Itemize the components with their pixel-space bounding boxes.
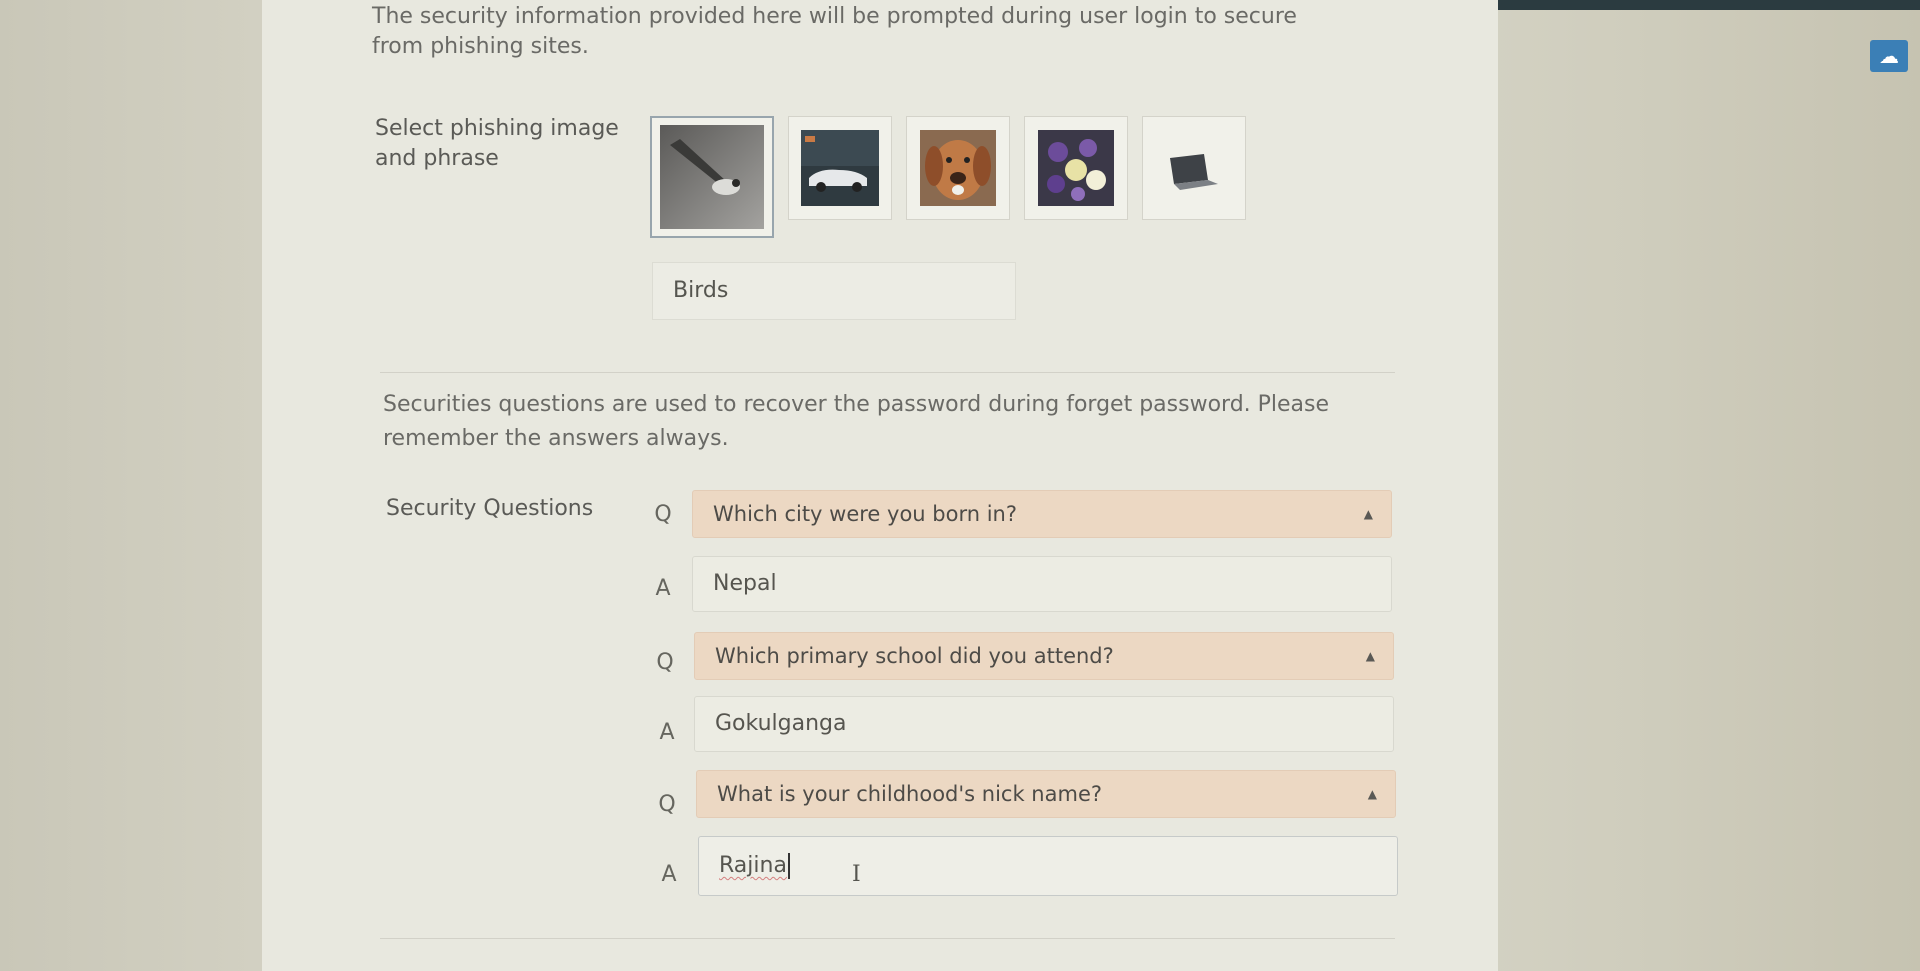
intro-text: The security information provided here w… xyxy=(372,4,1297,59)
security-answer-3-field[interactable]: Rajina xyxy=(698,836,1398,896)
phishing-image-list xyxy=(650,116,1260,238)
phishing-label: Select phishing image and phrase xyxy=(375,116,619,171)
security-answer-1-value: Nepal xyxy=(713,571,777,596)
bottom-divider xyxy=(380,938,1395,939)
cloud-icon[interactable]: ☁ xyxy=(1870,40,1908,72)
section-divider xyxy=(380,372,1395,373)
answer-marker: A xyxy=(659,720,675,745)
security-answer-3-value: Rajina xyxy=(719,853,787,878)
question-marker: Q xyxy=(654,502,672,527)
phishing-image-flowers[interactable] xyxy=(1024,116,1128,220)
security-question-3-value: What is your childhood's nick name? xyxy=(717,782,1103,806)
security-questions-label: Security Questions xyxy=(386,496,594,521)
security-question-3-select[interactable]: What is your childhood's nick name? ▲▼ xyxy=(696,770,1396,847)
phishing-image-birds[interactable] xyxy=(650,116,774,238)
security-question-1-select[interactable]: Which city were you born in? ▲▼ xyxy=(692,490,1392,567)
answer-marker: A xyxy=(655,576,671,601)
phishing-image-dog[interactable] xyxy=(906,116,1010,220)
ibeam-cursor-icon: I xyxy=(852,862,861,887)
phishing-image-car[interactable] xyxy=(788,116,892,220)
security-note: Securities questions are used to recover… xyxy=(383,392,1330,451)
security-answer-2-value: Gokulganga xyxy=(715,711,847,736)
answer-marker: A xyxy=(661,862,677,887)
phishing-image-laptop[interactable] xyxy=(1142,116,1246,220)
screen: ☁ The security information provided here… xyxy=(0,0,1920,971)
security-question-2-value: Which primary school did you attend? xyxy=(715,644,1114,668)
security-question-1-value: Which city were you born in? xyxy=(713,502,1017,526)
question-marker: Q xyxy=(656,650,674,675)
security-question-2-select[interactable]: Which primary school did you attend? ▲▼ xyxy=(694,632,1394,709)
security-answer-1-field[interactable]: Nepal xyxy=(692,556,1392,612)
question-marker: Q xyxy=(658,792,676,817)
security-answer-2-field[interactable]: Gokulganga xyxy=(694,696,1394,752)
phishing-phrase-field[interactable]: Birds xyxy=(652,262,1016,320)
text-caret xyxy=(787,853,790,879)
